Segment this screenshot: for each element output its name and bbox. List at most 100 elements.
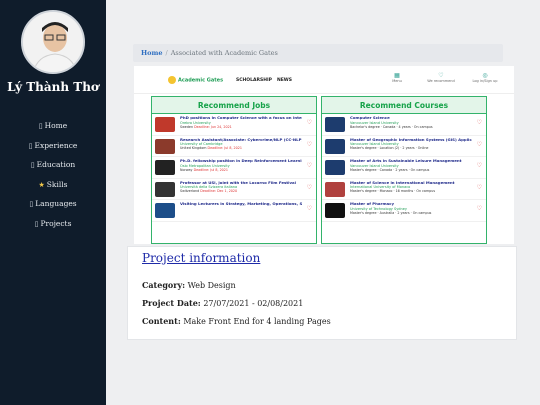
icon-label: Log in/Sign up — [472, 79, 498, 83]
item-title: Research Assistant/Associate: Cybercrime… — [180, 136, 302, 142]
preview-menu-item: NEWS — [276, 78, 292, 83]
heart-icon: ♡ — [476, 205, 482, 212]
list-item: PhD positions in Computer Science with a… — [152, 114, 316, 136]
list-item: Visiting Lecturers in Strategy, Marketin… — [152, 200, 316, 222]
date-value: 27/07/2021 - 02/08/2021 — [203, 299, 304, 308]
heart-icon: ♡ — [476, 140, 482, 148]
list-item: Computer Science Vancouver Island Univer… — [322, 114, 486, 136]
content-value: Make Front End for 4 landing Pages — [183, 317, 331, 326]
preview-icons: ▦ Menu ♡ We recommend ◎ Log in/Sign up — [382, 72, 500, 83]
breadcrumb-separator: / — [165, 49, 168, 57]
project-info-card: Project information Category: Web Design… — [127, 246, 517, 340]
item-thumbnail — [325, 181, 345, 197]
nav-item-home[interactable]: ▯ Home — [0, 116, 106, 136]
preview-icon-login: ◎ Log in/Sign up — [470, 72, 500, 83]
courses-list: Computer Science Vancouver Island Univer… — [322, 114, 486, 222]
nav-item-skills[interactable]: ★ Skills — [0, 175, 106, 195]
list-item: Master of Science in International Manag… — [322, 179, 486, 200]
nav-label: Languages — [35, 199, 77, 208]
language-icon: ▯ — [29, 200, 34, 208]
item-meta: Bachelor's degree · Canada · 4 years · O… — [350, 124, 433, 129]
nav-label: Projects — [40, 218, 72, 228]
item-meta: Switzerland Deadline: Dec 1, 2020 — [180, 189, 238, 194]
item-title: Master of Geographic Information Systems… — [350, 136, 472, 142]
nav-item-experience[interactable]: ▯ Experience — [0, 136, 106, 156]
heart-icon: ♡ — [306, 183, 312, 191]
content-label: Content: — [142, 316, 181, 326]
heart-icon: ♡ — [476, 183, 482, 191]
item-title: Computer Science — [350, 115, 390, 120]
nav-item-education[interactable]: ▯ Education — [0, 155, 106, 175]
list-item: Research Assistant/Associate: Cybercrime… — [152, 136, 316, 157]
icon-label: We recommend — [427, 79, 455, 83]
date-label: Project Date: — [142, 298, 201, 308]
projects-icon: ▯ — [34, 219, 39, 228]
item-thumbnail — [325, 160, 345, 175]
heart-icon: ♡ — [438, 72, 444, 79]
nav-label: Home — [44, 121, 68, 130]
item-meta: United Kingdom Deadline: Jul 8, 2021 — [180, 146, 242, 151]
item-title: Master of Arts in Sustainable Leisure Ma… — [350, 158, 462, 163]
nav-item-languages[interactable]: ▯ Languages — [0, 194, 106, 214]
list-item: Master of Pharmacy University of Technol… — [322, 200, 486, 222]
star-icon: ★ — [38, 180, 45, 189]
item-thumbnail — [155, 138, 175, 154]
preview-logo: Academic Gates — [168, 76, 223, 84]
main-content: Home / Associated with Academic Gates Acad… — [106, 0, 540, 405]
heart-icon: ♡ — [306, 162, 312, 169]
list-item: Professor at USI, joint with the Locarno… — [152, 179, 316, 200]
item-thumbnail — [155, 117, 175, 132]
item-title: Ph.D. fellowship position in Deep Reinfo… — [180, 158, 302, 163]
project-info-title[interactable]: Project information — [142, 251, 260, 265]
list-item: Master of Arts in Sustainable Leisure Ma… — [322, 157, 486, 179]
item-meta: Master's degree · Location (2) · 2 years… — [350, 146, 429, 151]
heart-icon: ♡ — [476, 162, 482, 169]
heart-icon: ♡ — [306, 140, 312, 148]
sidebar: Lý Thành Thơ ▯ Home ▯ Experience ▯ Educatio… — [0, 0, 106, 405]
category-value: Web Design — [187, 281, 236, 290]
list-item: Ph.D. fellowship position in Deep Reinfo… — [152, 157, 316, 179]
item-meta: Master's degree · Monaco · 16 months · O… — [350, 189, 436, 194]
item-thumbnail — [325, 138, 345, 154]
briefcase-icon: ▯ — [28, 141, 33, 150]
content-row: Content: Make Front End for 4 landing Pa… — [142, 316, 331, 326]
item-thumbnail — [325, 203, 345, 218]
avatar — [21, 10, 85, 74]
nav-item-projects[interactable]: ▯ Projects — [0, 214, 106, 234]
breadcrumb: Home / Associated with Academic Gates — [133, 44, 503, 62]
item-title: PhD positions in Computer Science with a… — [180, 115, 302, 120]
logo-mark — [168, 76, 176, 84]
sidebar-nav: ▯ Home ▯ Experience ▯ Education ★ Skills ▯ La… — [0, 116, 106, 233]
item-thumbnail — [155, 203, 175, 218]
category-label: Category: — [142, 280, 186, 290]
preview-icon-recommend: ♡ We recommend — [426, 72, 456, 83]
recommend-jobs-panel: Recommend Jobs PhD positions in Computer… — [151, 96, 317, 244]
preview-navbar: Academic Gates SCHOLARSHIP NEWS ▦ Menu ♡ We… — [134, 66, 514, 94]
list-item: Master of Geographic Information Systems… — [322, 136, 486, 157]
item-meta: Sweden Deadline: Jun 24, 2021 — [180, 124, 232, 129]
heart-icon: ♡ — [306, 205, 312, 212]
preview-icon-menu: ▦ Menu — [382, 72, 412, 83]
user-icon: ◎ — [482, 72, 488, 79]
nav-label: Education — [36, 160, 76, 169]
category-row: Category: Web Design — [142, 280, 236, 290]
owner-name: Lý Thành Thơ — [7, 80, 99, 94]
item-meta: Norway Deadline: Jul 8, 2021 — [180, 167, 228, 172]
preview-menu: SCHOLARSHIP NEWS — [236, 78, 297, 83]
item-thumbnail — [155, 181, 175, 197]
heart-icon: ♡ — [306, 119, 312, 126]
profile-photo — [23, 12, 83, 72]
item-title: Master of Pharmacy — [350, 201, 394, 206]
item-title: Master of Science in International Manag… — [350, 179, 455, 185]
item-title: Visiting Lecturers in Strategy, Marketin… — [180, 201, 302, 206]
item-meta: Master's degree · Canada · 2 years · On … — [350, 167, 430, 172]
jobs-list: PhD positions in Computer Science with a… — [152, 114, 316, 222]
breadcrumb-home[interactable]: Home — [141, 49, 163, 57]
project-date-row: Project Date: 27/07/2021 - 02/08/2021 — [142, 298, 303, 308]
item-thumbnail — [155, 160, 175, 175]
recommend-jobs-title: Recommend Jobs — [152, 97, 316, 114]
nav-label: Experience — [34, 140, 78, 150]
item-title: Professor at USI, joint with the Locarno… — [180, 179, 296, 185]
recommend-courses-title: Recommend Courses — [322, 97, 486, 114]
education-icon: ▯ — [30, 161, 35, 169]
